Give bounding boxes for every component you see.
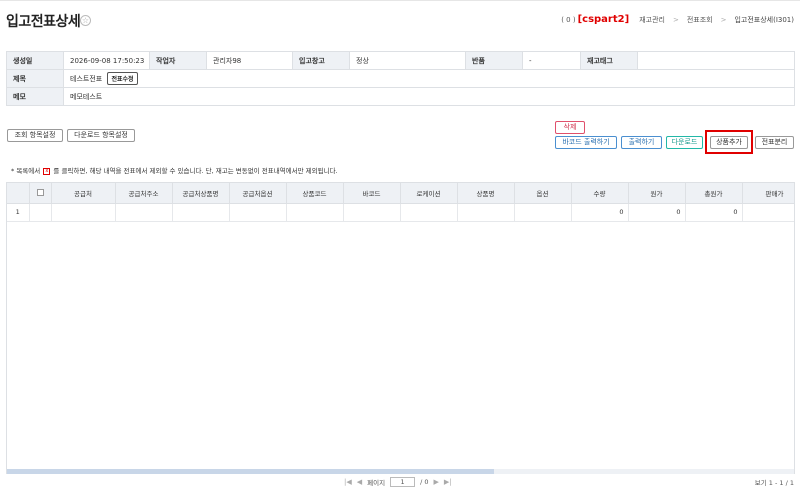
worker-label: 작업자: [149, 51, 207, 70]
slip-info-table: 생성일 2026-09-08 17:50:23 작업자 관리자98 입고창고 정…: [6, 51, 795, 106]
next-page-icon[interactable]: ▶: [434, 478, 439, 486]
top-divider: [0, 0, 800, 1]
page-range: 보기 1 - 1 / 1: [754, 479, 794, 487]
return-label: 반품: [465, 51, 523, 70]
page-total: / 0: [420, 478, 429, 486]
title-cell: 테스트전표 전표수정: [63, 69, 795, 88]
cell-sale-price: [742, 203, 794, 222]
count-badge: ( 0 ): [561, 15, 576, 24]
column-header-quantity[interactable]: 수량: [571, 183, 629, 204]
last-page-icon[interactable]: ▶|: [444, 478, 452, 486]
column-header-option[interactable]: 옵션: [514, 183, 572, 204]
product-grid: 공급처 공급처주소 공급처상품명 공급처옵션 상품코드 바코드 로케이션 상품명…: [6, 182, 795, 474]
cell-product-name: [457, 203, 515, 222]
select-all-checkbox[interactable]: [36, 189, 44, 197]
cell-supplier-product-name: [172, 203, 230, 222]
notice-before: * 목록에서: [11, 167, 41, 175]
table-row[interactable]: 1 0 0 0: [7, 203, 794, 222]
return-value: -: [522, 51, 581, 70]
title-label: 제목: [6, 69, 64, 88]
column-header-product-name[interactable]: 상품명: [457, 183, 515, 204]
cell-barcode: [343, 203, 401, 222]
breadcrumb-chevron-icon: >: [672, 15, 679, 24]
row-index: 1: [7, 203, 30, 222]
column-header-select[interactable]: [29, 183, 52, 204]
page-input[interactable]: 1: [390, 477, 416, 487]
notice-after: 를 클릭하면, 해당 내역을 전표에서 제외할 수 있습니다. 단, 재고는 변…: [53, 167, 338, 175]
created-label: 생성일: [6, 51, 64, 70]
print-button[interactable]: 출력하기: [621, 136, 662, 149]
cell-supplier-option: [229, 203, 287, 222]
warehouse-value: 정상: [349, 51, 466, 70]
column-header-sale-price[interactable]: 판매가: [742, 183, 794, 204]
created-value: 2026-09-08 17:50:23: [63, 51, 150, 70]
favorite-star-icon[interactable]: ☆: [80, 15, 91, 26]
title-value: 테스트전표: [70, 75, 103, 83]
account-label: [cspart2]: [577, 14, 630, 25]
scrollbar-thumb[interactable]: [7, 469, 494, 474]
column-header-index: [7, 183, 30, 204]
cell-total-cost: 0: [685, 203, 743, 222]
worker-value: 관리자98: [206, 51, 293, 70]
breadcrumb-item-slip-search[interactable]: 전표조회: [687, 15, 713, 25]
highlight-annotation-box: [705, 130, 753, 154]
notice-text: * 목록에서 x 를 클릭하면, 해당 내역을 전표에서 제외할 수 있습니다.…: [11, 165, 338, 175]
cell-product-code: [286, 203, 344, 222]
column-header-supplier[interactable]: 공급처: [51, 183, 116, 204]
barcode-print-button[interactable]: 바코드 출력하기: [555, 136, 617, 149]
delete-button[interactable]: 삭제: [555, 121, 585, 134]
warehouse-label: 입고창고: [292, 51, 350, 70]
product-grid-table: 공급처 공급처주소 공급처상품명 공급처옵션 상품코드 바코드 로케이션 상품명…: [7, 183, 794, 222]
view-columns-button[interactable]: 조회 항목설정: [7, 129, 63, 142]
download-columns-button[interactable]: 다운로드 항목설정: [67, 129, 135, 142]
cell-location: [400, 203, 458, 222]
horizontal-scrollbar[interactable]: [7, 469, 794, 474]
breadcrumb-item-inventory[interactable]: 재고관리: [639, 15, 665, 25]
column-header-supplier-product-name[interactable]: 공급처상품명: [172, 183, 230, 204]
split-slip-button[interactable]: 전표분리: [755, 136, 794, 149]
first-page-icon[interactable]: |◀: [344, 478, 352, 486]
cell-cost: 0: [628, 203, 686, 222]
edit-slip-button[interactable]: 전표수정: [107, 72, 138, 85]
cell-option: [514, 203, 572, 222]
page-title: 입고전표상세: [6, 14, 81, 30]
grid-header-row: 공급처 공급처주소 공급처상품명 공급처옵션 상품코드 바코드 로케이션 상품명…: [7, 183, 794, 204]
page-label: 페이지: [367, 479, 386, 487]
pager-controls: |◀ ◀ 페이지 1 / 0 ▶ ▶|: [344, 477, 452, 487]
cell-quantity: 0: [571, 203, 629, 222]
row-select-cell[interactable]: [29, 203, 52, 222]
column-header-supplier-option[interactable]: 공급처옵션: [229, 183, 287, 204]
column-header-location[interactable]: 로케이션: [400, 183, 458, 204]
column-header-total-cost[interactable]: 총원가: [685, 183, 743, 204]
header-right: ( 0 ) [cspart2] 재고관리 > 전표조회 > 입고전표상세(I30…: [561, 14, 794, 25]
prev-page-icon[interactable]: ◀: [357, 478, 362, 486]
memo-label: 메모: [6, 87, 64, 106]
close-icon: x: [43, 167, 51, 175]
breadcrumb-chevron-icon: >: [720, 15, 727, 24]
tag-value: [637, 51, 795, 70]
tag-label: 재고태그: [580, 51, 638, 70]
cell-supplier-address: [115, 203, 173, 222]
column-header-cost[interactable]: 원가: [628, 183, 686, 204]
column-header-supplier-address[interactable]: 공급처주소: [115, 183, 173, 204]
pager: |◀ ◀ 페이지 1 / 0 ▶ ▶| 보기 1 - 1 / 1: [0, 475, 800, 489]
memo-value: 메모테스트: [63, 87, 795, 106]
breadcrumb-item-current: 입고전표상세(I301): [734, 15, 794, 24]
column-header-product-code[interactable]: 상품코드: [286, 183, 344, 204]
download-button[interactable]: 다운로드: [666, 136, 703, 149]
column-header-barcode[interactable]: 바코드: [343, 183, 401, 204]
cell-supplier: [51, 203, 116, 222]
